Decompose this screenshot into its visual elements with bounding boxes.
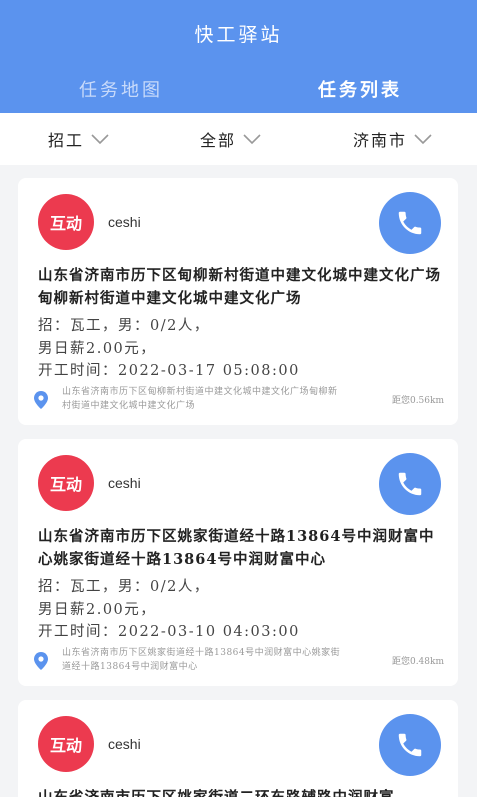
task-wage: 男日薪2.00元， <box>38 341 157 357</box>
status-badge: 互动 <box>38 455 94 511</box>
task-card[interactable]: 互动 ceshi 山东省济南市历下区甸柳新村街道中建文化城中建文化广场甸柳新村街… <box>18 178 458 425</box>
app-header: 快工驿站 任务地图 任务列表 <box>0 0 477 113</box>
chevron-down-icon <box>243 134 261 145</box>
distance-label: 距您0.48km <box>391 657 444 667</box>
task-address: 山东省济南市历下区甸柳新村街道中建文化城中建文化广场甸柳新村街道中建文化城中建文… <box>38 267 441 307</box>
location-row: 山东省济南市历下区姚家街道经十路13864号中润财富中心姚家街道经十路13864… <box>34 646 444 678</box>
task-address: 山东省济南市历下区姚家街道经十路13864号中润财富中心姚家街道经十路13864… <box>38 528 435 568</box>
call-button[interactable] <box>379 192 441 254</box>
app-title: 快工驿站 <box>194 24 283 46</box>
distance-label: 距您0.56km <box>391 396 444 406</box>
task-card[interactable]: 互动 ceshi 山东省济南市历下区姚家街道二环东路辅路中润财富 <box>18 700 458 797</box>
status-badge: 互动 <box>38 194 94 250</box>
task-start-time: 开工时间：2022-03-17 05:08:00 <box>38 363 300 379</box>
location-row: 山东省济南市历下区甸柳新村街道中建文化城中建文化广场甸柳新村街道中建文化城中建文… <box>34 385 444 417</box>
phone-icon <box>398 733 422 757</box>
chevron-down-icon <box>91 134 109 145</box>
status-badge: 互动 <box>38 716 94 772</box>
username: ceshi <box>108 214 141 230</box>
task-start-time: 开工时间：2022-03-10 04:03:00 <box>38 624 300 640</box>
tab-task-map[interactable]: 任务地图 <box>79 76 163 102</box>
location-text: 山东省济南市历下区姚家街道经十路13864号中润财富中心姚家街道经十路13864… <box>62 648 341 672</box>
task-address: 山东省济南市历下区姚家街道二环东路辅路中润财富 <box>38 786 443 797</box>
tab-task-list[interactable]: 任务列表 <box>318 76 402 102</box>
filter-category-label: 全部 <box>200 131 237 150</box>
location-text: 山东省济南市历下区甸柳新村街道中建文化城中建文化广场甸柳新村街道中建文化城中建文… <box>62 387 338 411</box>
call-button[interactable] <box>379 453 441 515</box>
filter-category-dropdown[interactable]: 全部 <box>200 127 262 151</box>
phone-icon <box>398 472 422 496</box>
task-wage: 男日薪2.00元， <box>38 602 157 618</box>
filter-city-label: 济南市 <box>353 131 408 150</box>
task-card[interactable]: 互动 ceshi 山东省济南市历下区姚家街道经十路13864号中润财富中心姚家街… <box>18 439 458 686</box>
username: ceshi <box>108 475 141 491</box>
filter-type-label: 招工 <box>48 131 85 150</box>
location-pin-icon <box>34 652 48 670</box>
filter-type-dropdown[interactable]: 招工 <box>48 127 110 151</box>
task-recruit: 招：瓦工，男：0/2人， <box>38 318 210 334</box>
task-recruit: 招：瓦工，男：0/2人， <box>38 579 210 595</box>
chevron-down-icon <box>414 134 432 145</box>
username: ceshi <box>108 736 141 752</box>
filter-city-dropdown[interactable]: 济南市 <box>353 127 433 151</box>
phone-icon <box>398 211 422 235</box>
call-button[interactable] <box>379 714 441 776</box>
filter-bar: 招工 全部 济南市 <box>0 113 477 165</box>
location-pin-icon <box>34 391 48 409</box>
